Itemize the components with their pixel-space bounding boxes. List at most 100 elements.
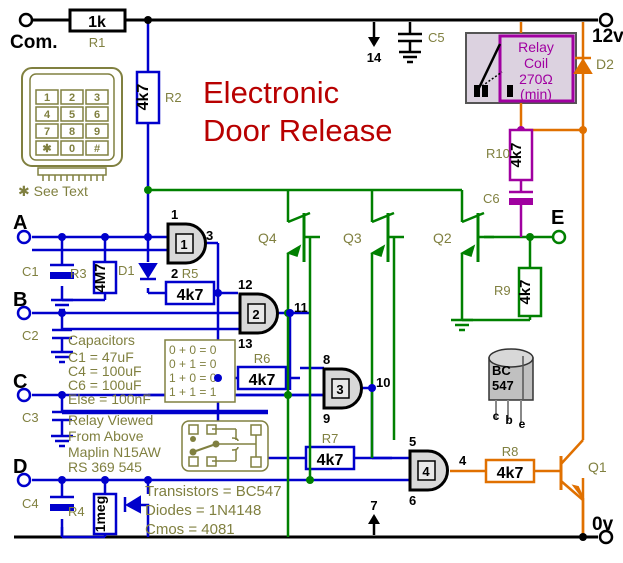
transistor-q1-ref: Q1	[588, 459, 607, 475]
diode-d1-ref: D1	[118, 263, 135, 278]
label-e: E	[551, 207, 564, 229]
page-title-line2: Door Release	[203, 113, 393, 148]
bc547-line2: 547	[492, 378, 514, 393]
keypad-key-label: 3	[94, 92, 100, 104]
gate-1-pin-out: 3	[206, 228, 213, 243]
resistor-r10-value: 4k7	[508, 142, 525, 167]
junction-dot	[58, 233, 66, 241]
resistor-r1-value: 1k	[88, 14, 106, 31]
bc547-pin-c: c	[493, 409, 500, 423]
resistor-r2-value: 4k7	[135, 84, 152, 111]
junction-dot	[579, 533, 587, 541]
label-b: B	[13, 289, 27, 311]
resistor-r7-ref: R7	[322, 431, 339, 446]
transistor-q4-ref: Q4	[258, 230, 277, 246]
keypad-key-label: ✱	[42, 143, 51, 155]
bc547-pin-b: b	[505, 413, 512, 427]
gate-4-pin-out: 4	[459, 453, 467, 468]
relay-label-1: Relay	[518, 39, 554, 55]
junction-dot	[101, 233, 109, 241]
relay-note-line: Maplin N15AW	[68, 444, 162, 460]
junction-dot	[144, 16, 152, 24]
resistor-r1-ref: R1	[89, 35, 106, 50]
parts-line: Cmos = 4081	[145, 521, 235, 538]
bc547-pin-e: e	[519, 417, 526, 431]
relay-note-line: RS 369 545	[68, 459, 142, 475]
relay-note-line: Relay Viewed	[68, 412, 153, 428]
diode-d2-ref: D2	[596, 56, 614, 72]
junction-dot	[144, 233, 152, 241]
label-c: C	[13, 371, 27, 393]
gate-3-pin-out: 10	[376, 375, 390, 390]
resistor-r3-value: 4M7	[92, 263, 109, 292]
relay-pin	[507, 85, 513, 97]
keypad-key-label: 7	[44, 126, 50, 138]
gate-3-pin-in2: 9	[323, 411, 330, 426]
resistor-r9-ref: R9	[494, 283, 511, 298]
parts-line: Diodes = 1N4148	[145, 502, 261, 519]
junction-dot	[58, 309, 66, 317]
resistor-r9-value: 4k7	[517, 279, 534, 304]
gate-2-pin-in1: 12	[238, 277, 252, 292]
relay-pin	[482, 85, 488, 97]
terminal-com[interactable]	[18, 12, 34, 28]
junction-dot	[579, 126, 587, 134]
resistor-r6-ref: R6	[254, 351, 271, 366]
relay-label-2: Coil	[524, 55, 548, 71]
junction-dot	[214, 289, 222, 297]
junction-dot	[101, 476, 109, 484]
keypad-note: ✱ See Text	[18, 183, 88, 199]
terminal-e[interactable]	[551, 229, 567, 245]
capacitor-c4-ref: C4	[22, 496, 39, 511]
keypad-key-label: 0	[69, 143, 75, 155]
truth-table-row: 1 + 0 = 0	[169, 371, 217, 385]
label-a: A	[13, 212, 27, 234]
relay-note-line: From Above	[68, 428, 144, 444]
gate-3-pin-in1: 8	[323, 352, 330, 367]
resistor-r2-ref: R2	[165, 90, 182, 105]
terminal-12v[interactable]	[598, 12, 614, 28]
gate-1-pin-in1: 1	[171, 207, 178, 222]
resistor-r3-ref: R3	[70, 266, 87, 281]
transistor-q2-ref: Q2	[433, 230, 452, 246]
label-d: D	[13, 456, 27, 478]
junction-dot	[214, 374, 222, 382]
and-gate-3: 3	[322, 367, 363, 410]
resistor-r7-value: 4k7	[317, 452, 344, 469]
gate-2-number: 2	[252, 307, 259, 322]
junction-dot	[144, 476, 152, 484]
capacitor-c5-ref: C5	[428, 30, 445, 45]
keypad-key-label: 2	[69, 92, 75, 104]
junction-dot	[58, 476, 66, 484]
label-pin-14: 14	[367, 50, 382, 65]
resistor-r5-value: 4k7	[177, 287, 204, 304]
truth-table-row: 0 + 1 = 0	[169, 357, 217, 371]
page-title-line1: Electronic	[203, 75, 339, 110]
truth-table-row: 0 + 0 = 0	[169, 343, 217, 357]
and-gate-4: 4	[408, 449, 449, 492]
keypad[interactable]: 1 2 3 4 5 6 7 8 9 ✱ 0 #	[21, 67, 123, 181]
resistor-r4-value: 1meg	[92, 496, 108, 533]
gate-3-number: 3	[336, 382, 343, 397]
caps-heading: Capacitors	[68, 332, 135, 348]
keypad-key-label: #	[94, 143, 100, 155]
resistor-r5-ref: R5	[182, 266, 199, 281]
transistor-q3-ref: Q3	[343, 230, 362, 246]
resistor-r4-ref: R4	[68, 504, 85, 519]
capacitor-c3-ref: C3	[22, 410, 39, 425]
junction-dot	[526, 233, 534, 241]
resistor-r8-ref: R8	[502, 444, 519, 459]
capacitor-c2-ref: C2	[22, 328, 39, 343]
gate-1-number: 1	[180, 237, 187, 252]
keypad-key-label: 6	[94, 109, 100, 121]
capacitor-c1-ref: C1	[22, 264, 39, 279]
capacitor-c6-ref: C6	[483, 191, 500, 206]
gate-1-pin-in2: 2	[171, 266, 178, 281]
relay-pin	[474, 85, 480, 97]
relay-label-3: 270Ω	[519, 71, 553, 87]
junction-dot	[58, 391, 66, 399]
resistor-r10-ref: R10	[486, 146, 510, 161]
relay-label-4: (min)	[520, 86, 552, 102]
and-gate-1: 1	[166, 222, 207, 265]
and-gate-2: 2	[238, 292, 279, 335]
